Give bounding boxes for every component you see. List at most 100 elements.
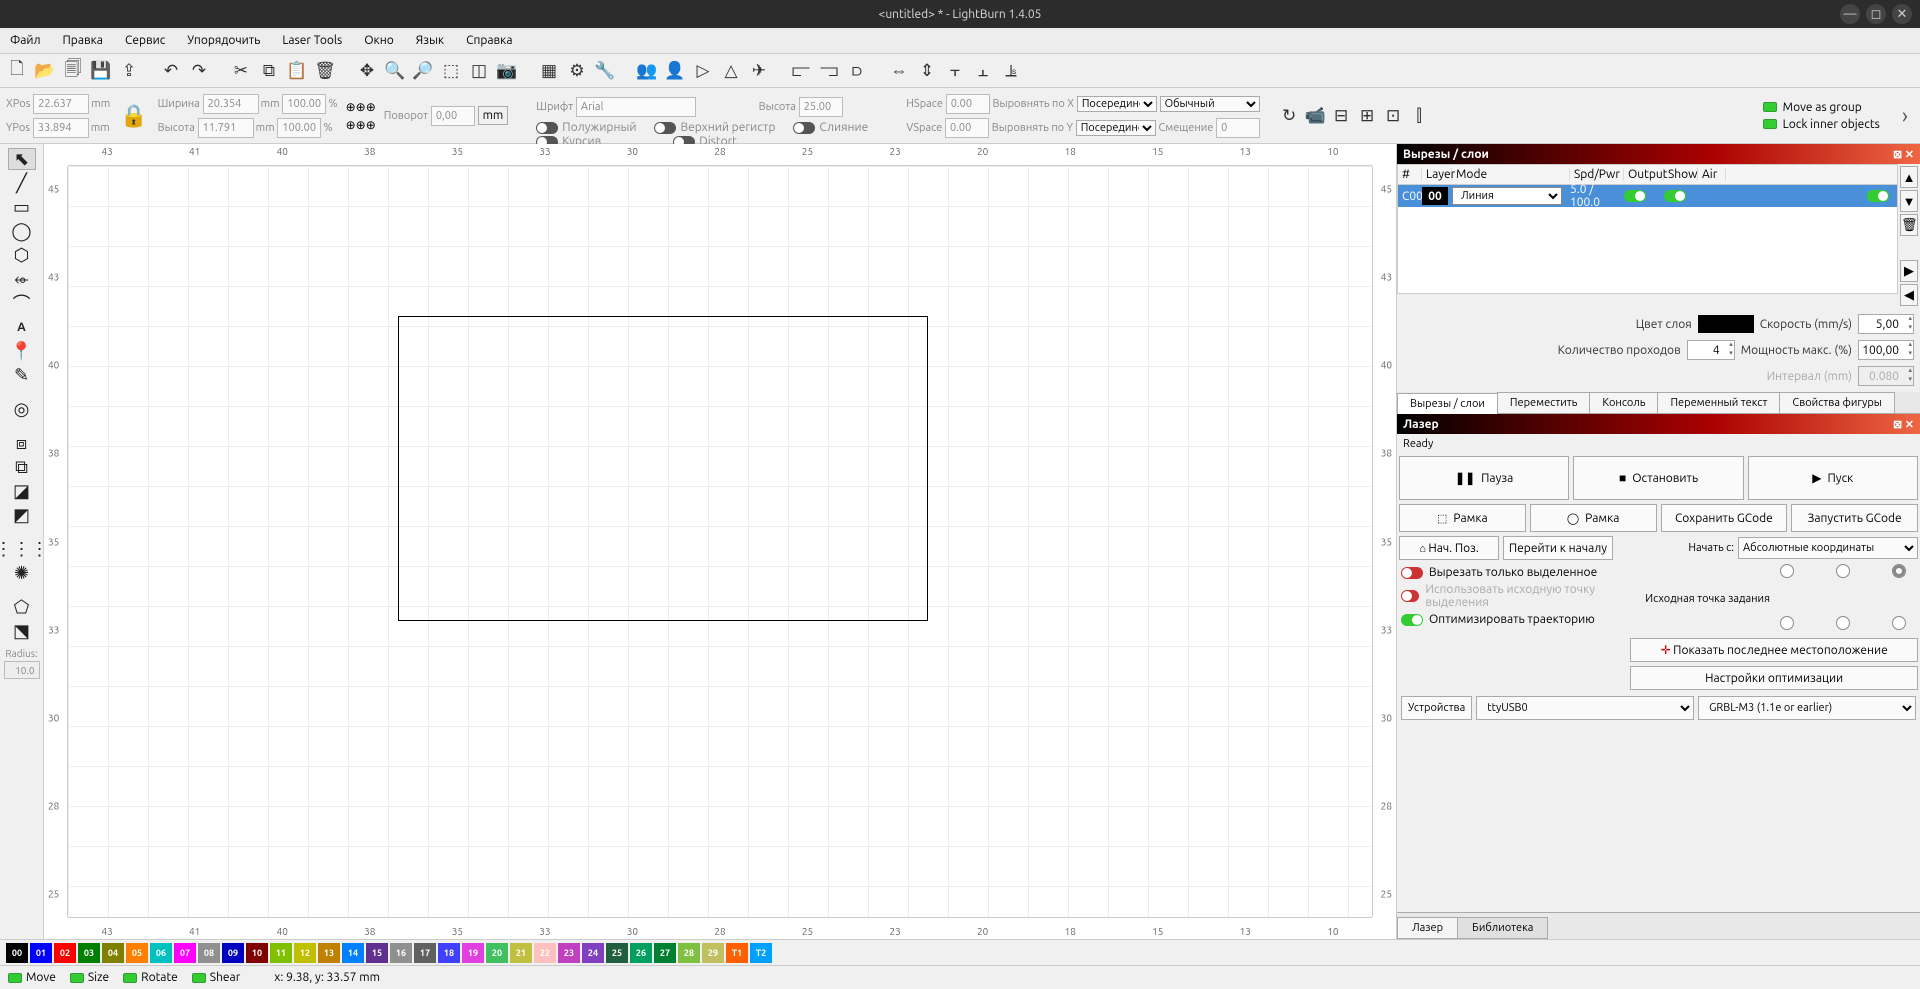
ungroup-icon[interactable]: 👤 [664,60,686,82]
mirror-h-icon[interactable]: ▷ [692,60,714,82]
palette-chip-11[interactable]: 11 [270,943,292,963]
layer-next-button[interactable]: ▶ [1900,260,1918,282]
dist1-icon[interactable]: ⊟ [1330,105,1352,127]
shear-led[interactable] [192,973,206,983]
camera-icon[interactable]: 📷 [496,60,518,82]
export-icon[interactable]: ⇪ [118,60,140,82]
output-toggle[interactable] [1624,190,1646,202]
offset-input[interactable] [1216,118,1260,138]
layer-mode-select[interactable]: Линия [1452,187,1562,205]
palette-chip-25[interactable]: 25 [606,943,628,963]
palette-chip-00[interactable]: 00 [6,943,28,963]
laser-panel-close-icon[interactable]: ⊠ ✕ [1893,418,1914,431]
palette-chip-27[interactable]: 27 [654,943,676,963]
palette-chip-18[interactable]: 18 [438,943,460,963]
menu-laser-tools[interactable]: Laser Tools [278,32,346,49]
bool1-tool-icon[interactable]: ◪ [8,480,36,502]
tab-cuts[interactable]: Вырезы / слои [1397,393,1498,414]
font-height-input[interactable] [799,97,843,117]
distribute-h-icon[interactable]: ⇔ [888,60,910,82]
save-icon[interactable]: 💾 [90,60,112,82]
pause-button[interactable]: ❚❚Пауза [1399,456,1569,500]
menu-service[interactable]: Сервис [121,32,169,49]
rectangle-shape[interactable] [398,316,928,621]
zoom-frame-icon[interactable]: ⬚ [440,60,462,82]
show-last-pos-button[interactable]: ✛ Показать последнее местоположение [1630,638,1918,662]
grid-tool-icon[interactable]: ⋮⋮⋮ [8,538,36,560]
align-bottom-icon[interactable]: ⫡ [1000,60,1022,82]
undo-icon[interactable]: ↶ [160,60,182,82]
minimize-button[interactable]: — [1840,4,1860,24]
size-led[interactable] [70,973,84,983]
tab-shapeprops[interactable]: Свойства фигуры [1779,392,1895,413]
palette-chip-08[interactable]: 08 [198,943,220,963]
menu-language[interactable]: Язык [412,32,448,49]
layer-delete-button[interactable]: 🗑 [1900,214,1918,236]
start-from-select[interactable]: Абсолютные координаты [1738,537,1918,559]
delete-icon[interactable]: 🗑 [314,60,336,82]
palette-chip-01[interactable]: 01 [30,943,52,963]
weld-tool-icon[interactable]: ⧉ [8,456,36,478]
run-gcode-button[interactable]: Запустить GCode [1791,504,1918,532]
rect-tool-icon[interactable]: ▭ [8,196,36,218]
move-group-led[interactable] [1763,102,1777,112]
mirror-v-icon[interactable]: △ [720,60,742,82]
unit-mm-button[interactable]: mm [478,106,509,125]
layer-prev-button[interactable]: ◀ [1900,284,1918,306]
palette-chip-29[interactable]: 29 [702,943,724,963]
palette-chip-T1[interactable]: T1 [726,943,748,963]
cut-icon[interactable]: ✂ [230,60,252,82]
cut-selected-toggle[interactable] [1401,567,1423,579]
copy-icon[interactable]: ⧉ [258,60,280,82]
radius-input[interactable] [4,661,40,679]
palette-chip-03[interactable]: 03 [78,943,100,963]
style-select[interactable]: Обычный [1160,96,1260,112]
maximize-button[interactable]: ◻ [1866,4,1886,24]
stop-button[interactable]: ■Остановить [1573,456,1743,500]
tab-move[interactable]: Переместить [1497,392,1590,413]
palette-chip-22[interactable]: 22 [534,943,556,963]
lock-inner-led[interactable] [1763,119,1777,129]
menu-window[interactable]: Окно [360,32,398,49]
layer-down-button[interactable]: ▼ [1900,190,1918,212]
width-pct-input[interactable] [282,94,326,114]
show-toggle[interactable] [1664,190,1686,202]
height-pct-input[interactable] [277,118,321,138]
palette-chip-10[interactable]: 10 [246,943,268,963]
rotate-input[interactable] [431,106,475,126]
palette-chip-09[interactable]: 09 [222,943,244,963]
air-toggle[interactable] [1867,190,1889,202]
xpos-input[interactable] [33,94,89,114]
tab-library[interactable]: Библиотека [1457,917,1548,939]
hspace-input[interactable] [946,94,990,114]
close-button[interactable]: ✕ [1892,4,1912,24]
dist2-icon[interactable]: ⊞ [1356,105,1378,127]
start-button[interactable]: ▶Пуск [1748,456,1918,500]
dist3-icon[interactable]: ⊡ [1382,105,1404,127]
ellipse-tool-icon[interactable]: ◯ [8,220,36,242]
bool2-tool-icon[interactable]: ◩ [8,504,36,526]
rotate-led[interactable] [123,973,137,983]
align-left-icon[interactable]: ⫍ [790,60,812,82]
layer-color-swatch[interactable] [1698,315,1754,333]
curve-tool-icon[interactable]: ⌒ [8,292,36,314]
align-right-icon[interactable]: ⫐ [846,60,868,82]
port-select[interactable]: ttyUSB0 [1476,696,1694,720]
zoom-sel-icon[interactable]: ◫ [468,60,490,82]
text-tool-icon[interactable]: A [8,316,36,338]
menu-edit[interactable]: Правка [59,32,107,49]
path-tool-icon[interactable]: ⬰ [8,268,36,290]
align-middle-icon[interactable]: ⫠ [972,60,994,82]
open-icon[interactable]: 📂 [34,60,56,82]
palette-chip-12[interactable]: 12 [294,943,316,963]
palette-chip-T2[interactable]: T2 [750,943,772,963]
rotary-icon[interactable]: ↻ [1278,105,1300,127]
menu-help[interactable]: Справка [462,32,516,49]
zoom-out-icon[interactable]: 🔎 [412,60,434,82]
palette-chip-28[interactable]: 28 [678,943,700,963]
palette-chip-06[interactable]: 06 [150,943,172,963]
move-led[interactable] [8,973,22,983]
menu-arrange[interactable]: Упорядочить [183,32,264,49]
redo-icon[interactable]: ↷ [188,60,210,82]
offset-tool-icon[interactable]: ⧈ [8,432,36,454]
